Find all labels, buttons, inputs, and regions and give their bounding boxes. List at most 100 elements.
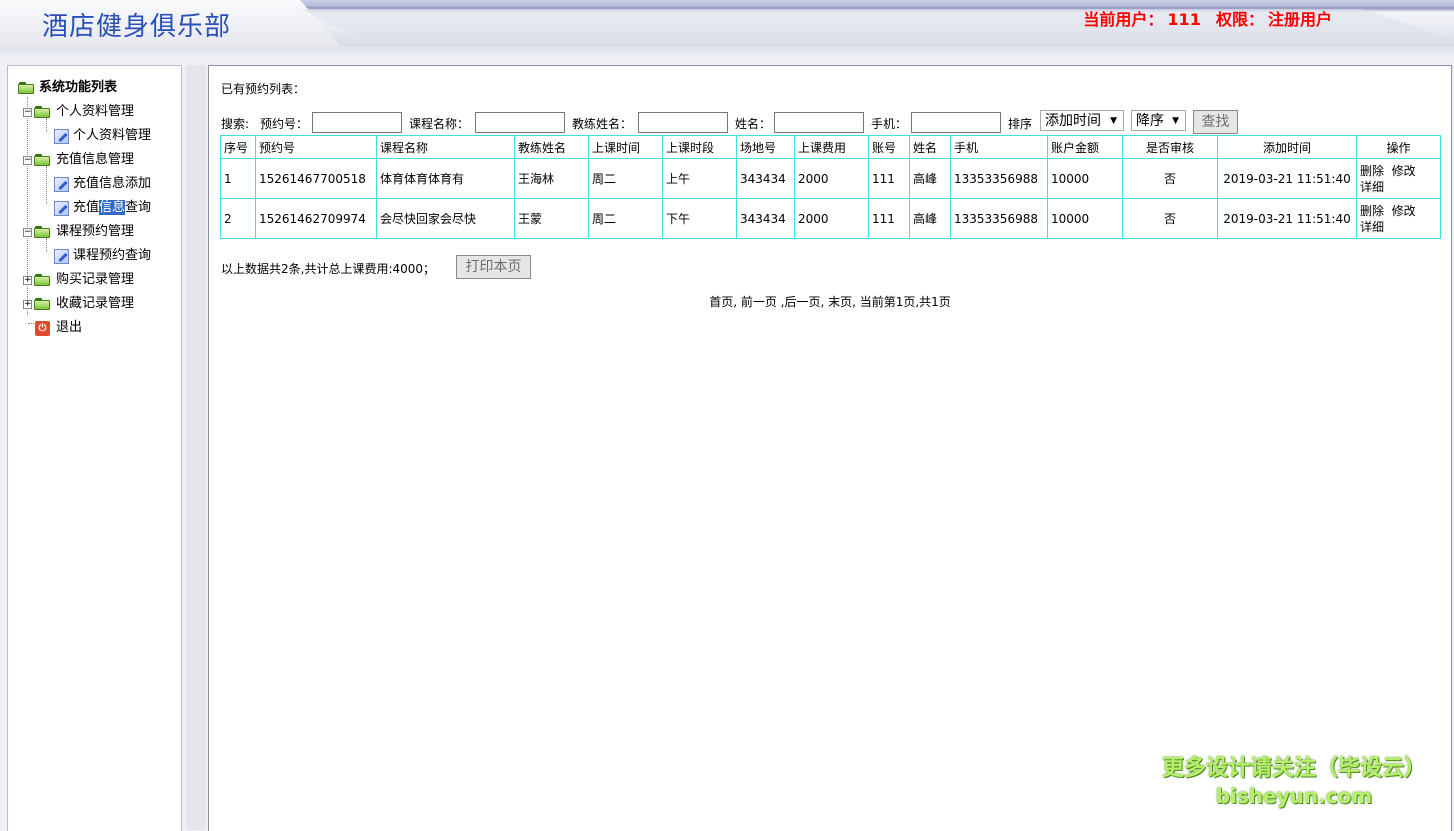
tree-group-label: 充值信息管理 bbox=[56, 152, 135, 167]
summary-text: 以上数据共2条,共计总上课费用:4000； bbox=[221, 260, 435, 277]
coach-name-input[interactable] bbox=[638, 112, 728, 133]
column-header: 课程名称 bbox=[376, 135, 515, 159]
folder-icon bbox=[34, 298, 50, 310]
table-cell: 10000 bbox=[1047, 158, 1123, 199]
table-cell: 高峰 bbox=[909, 158, 951, 199]
user-label: 当前用户： bbox=[1083, 10, 1164, 29]
tree-item-label: 个人资料管理 bbox=[73, 128, 152, 143]
table-cell: 13353356988 bbox=[950, 158, 1048, 199]
column-header: 序号 bbox=[220, 135, 256, 159]
folder-icon bbox=[34, 274, 50, 286]
pagination[interactable]: 首页, 前一页 ,后一页, 末页, 当前第1页,共1页 bbox=[209, 293, 1451, 310]
table-cell: 会尽快回家会尽快 bbox=[376, 198, 515, 239]
watermark: 更多设计请关注（毕设云） bisheyun.com bbox=[1162, 750, 1426, 808]
delete-link[interactable]: 删除 bbox=[1360, 164, 1384, 178]
table-cell: 111 bbox=[868, 158, 910, 199]
column-header: 操作 bbox=[1356, 135, 1441, 159]
edit-page-icon bbox=[54, 129, 69, 144]
tree-group-label: 个人资料管理 bbox=[56, 104, 135, 119]
expand-icon[interactable]: + bbox=[23, 276, 32, 285]
table-cell: 15261462709974 bbox=[255, 198, 377, 239]
table-row: 1 15261467700518 体育体育体育有 王海林 周二 上午 34343… bbox=[220, 158, 1441, 199]
column-header: 账号 bbox=[868, 135, 910, 159]
name-input[interactable] bbox=[774, 112, 864, 133]
edit-link[interactable]: 修改 bbox=[1392, 164, 1416, 178]
booking-no-input[interactable] bbox=[312, 112, 402, 133]
column-header: 场地号 bbox=[736, 135, 795, 159]
collapse-icon[interactable]: − bbox=[23, 228, 32, 237]
user-name: 111 bbox=[1167, 10, 1201, 29]
row-actions: 删除 修改 详细 bbox=[1356, 158, 1441, 199]
tree-item-exit[interactable]: ⏻ 退出 bbox=[8, 316, 181, 340]
column-header: 预约号 bbox=[255, 135, 377, 159]
column-header: 姓名 bbox=[909, 135, 951, 159]
tree-item-label: 课程预约查询 bbox=[73, 248, 152, 263]
folder-open-icon bbox=[34, 106, 50, 118]
sort-field-select[interactable]: 添加时间 ▼ bbox=[1040, 110, 1124, 131]
expand-icon[interactable]: + bbox=[23, 300, 32, 309]
detail-link[interactable]: 详细 bbox=[1360, 220, 1384, 234]
tree-group-favorites[interactable]: + 收藏记录管理 bbox=[8, 292, 181, 316]
summary-label: 以上数据共2条,共计总上课费用:4000； bbox=[221, 262, 436, 276]
tree-item-label-part: 查询 bbox=[125, 200, 152, 215]
sort-order-select[interactable]: 降序 ▼ bbox=[1131, 110, 1186, 131]
tree-group-course[interactable]: − 课程预约管理 bbox=[8, 220, 181, 244]
tree-group-profile[interactable]: − 个人资料管理 bbox=[8, 100, 181, 124]
table-cell: 2000 bbox=[794, 198, 869, 239]
table-cell: 上午 bbox=[662, 158, 737, 199]
table-cell: 1 bbox=[220, 158, 256, 199]
collapse-icon[interactable]: − bbox=[23, 156, 32, 165]
table-cell: 高峰 bbox=[909, 198, 951, 239]
tree-item-course-query[interactable]: 课程预约查询 bbox=[8, 244, 181, 268]
name-label: 姓名： bbox=[735, 117, 772, 131]
tree-item-label: 充值信息添加 bbox=[73, 176, 152, 191]
column-header: 上课时间 bbox=[588, 135, 663, 159]
table-header-row: 序号 预约号 课程名称 教练姓名 上课时间 上课时段 场地号 上课费用 账号 姓… bbox=[220, 135, 1441, 159]
column-header: 手机 bbox=[950, 135, 1048, 159]
find-button[interactable]: 查找 bbox=[1193, 110, 1238, 134]
header-band bbox=[0, 46, 1454, 60]
detail-link[interactable]: 详细 bbox=[1360, 180, 1384, 194]
course-name-input[interactable] bbox=[475, 112, 565, 133]
table-cell: 15261467700518 bbox=[255, 158, 377, 199]
table-cell: 10000 bbox=[1047, 198, 1123, 239]
watermark-line1: 更多设计请关注（毕设云） bbox=[1161, 756, 1426, 781]
coach-name-label: 教练姓名： bbox=[572, 117, 633, 131]
tree-item-profile[interactable]: 个人资料管理 bbox=[8, 124, 181, 148]
tree-group-label: 课程预约管理 bbox=[56, 224, 135, 239]
phone-input[interactable] bbox=[911, 112, 1001, 133]
edit-page-icon bbox=[54, 249, 69, 264]
table-cell: 否 bbox=[1122, 198, 1218, 239]
sort-order-value: 降序 bbox=[1136, 113, 1164, 129]
table-cell: 111 bbox=[868, 198, 910, 239]
table-cell: 周二 bbox=[588, 158, 663, 199]
tree-root[interactable]: 系统功能列表 bbox=[8, 76, 181, 100]
booking-no-label: 预约号： bbox=[260, 117, 309, 131]
delete-link[interactable]: 删除 bbox=[1360, 204, 1384, 218]
edit-page-icon bbox=[54, 201, 69, 216]
role-label: 权限： bbox=[1215, 10, 1264, 29]
chevron-down-icon: ▼ bbox=[1172, 116, 1179, 126]
function-tree: 系统功能列表 − 个人资料管理 个人资料管理 − 充值信息管理 充值信息添加 充… bbox=[8, 66, 181, 340]
tree-group-purchase[interactable]: + 购买记录管理 bbox=[8, 268, 181, 292]
edit-page-icon bbox=[54, 177, 69, 192]
table-cell: 2 bbox=[220, 198, 256, 239]
tree-item-recharge-add[interactable]: 充值信息添加 bbox=[8, 172, 181, 196]
column-header: 账户金额 bbox=[1047, 135, 1123, 159]
print-button[interactable]: 打印本页 bbox=[456, 255, 531, 279]
top-header: 酒店健身俱乐部 当前用户： 111 权限： 注册用户 bbox=[0, 0, 1454, 46]
tree-item-recharge-query[interactable]: 充值信息查询 bbox=[8, 196, 181, 220]
selected-text: 信息 bbox=[99, 200, 126, 215]
table-cell: 2019-03-21 11:51:40 bbox=[1217, 158, 1357, 199]
table-cell: 否 bbox=[1122, 158, 1218, 199]
table-cell: 王蒙 bbox=[514, 198, 589, 239]
search-label: 搜索: bbox=[221, 117, 250, 131]
edit-link[interactable]: 修改 bbox=[1392, 204, 1416, 218]
column-header: 添加时间 bbox=[1217, 135, 1357, 159]
column-header: 教练姓名 bbox=[514, 135, 589, 159]
main-panel: 已有预约列表： 搜索: 预约号： 课程名称： 教练姓名： 姓名： 手机： 排序 … bbox=[208, 65, 1452, 831]
tree-item-label: 充值信息查询 bbox=[73, 196, 151, 220]
sort-label: 排序 bbox=[1008, 117, 1033, 131]
tree-group-recharge[interactable]: − 充值信息管理 bbox=[8, 148, 181, 172]
collapse-icon[interactable]: − bbox=[23, 108, 32, 117]
